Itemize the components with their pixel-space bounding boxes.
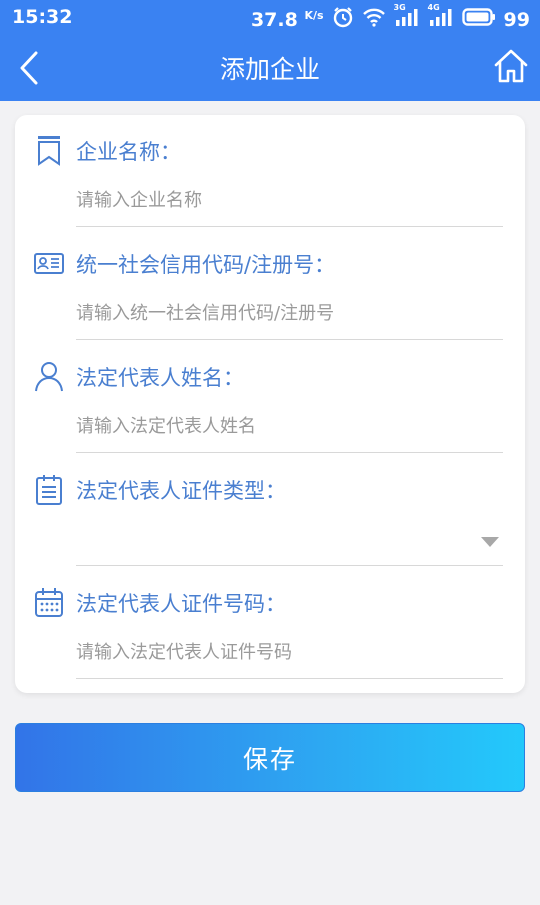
status-right: 37.8 K/s 3G 4G 99 [250, 3, 530, 33]
top-bar: 15:32 37.8 K/s 3G 4G 99 添加企业 [0, 0, 540, 101]
user-icon [33, 359, 65, 393]
field-label: 企业名称： [76, 140, 181, 164]
id-type-select[interactable] [76, 518, 503, 566]
battery-level: 99 [503, 8, 530, 31]
home-button[interactable] [494, 48, 528, 84]
field-legal-rep-name: 法定代表人姓名： [15, 341, 525, 454]
nav-bar: 添加企业 [0, 34, 540, 101]
field-label: 法定代表人姓名： [76, 366, 244, 390]
company-name-input[interactable] [76, 179, 503, 227]
calendar-icon [33, 585, 65, 619]
clipboard-list-icon [33, 472, 65, 506]
status-time: 15:32 [12, 6, 73, 28]
network-speed: 37.8 K/s [250, 8, 324, 31]
field-id-type: 法定代表人证件类型： [15, 454, 525, 567]
legal-rep-name-input[interactable] [76, 405, 503, 453]
signal-3g-icon: 3G [394, 3, 420, 32]
signal-4g-icon: 4G [428, 3, 454, 32]
alarm-icon [332, 6, 354, 33]
page-title: 添加企业 [219, 55, 320, 84]
field-label: 法定代表人证件类型： [76, 479, 286, 503]
home-icon [494, 49, 528, 83]
id-card-icon [33, 246, 65, 280]
credit-code-input[interactable] [76, 292, 503, 340]
field-id-number: 法定代表人证件号码： [15, 567, 525, 680]
field-credit-code: 统一社会信用代码/注册号： [15, 228, 525, 341]
bookmark-icon [33, 133, 65, 167]
wifi-icon [362, 7, 386, 32]
save-button[interactable]: 保存 [15, 723, 525, 792]
id-number-input[interactable] [76, 631, 503, 679]
field-company-name: 企业名称： [15, 115, 525, 228]
field-label: 统一社会信用代码/注册号： [76, 253, 336, 277]
caret-down-icon [481, 537, 499, 547]
field-label: 法定代表人证件号码： [76, 592, 286, 616]
status-bar: 15:32 37.8 K/s 3G 4G 99 [0, 0, 540, 34]
battery-icon [461, 8, 496, 31]
form-card: 企业名称： 统一社会信用代码/注册号： 法定代表人姓名： 法定代表人证件类型： … [15, 115, 525, 693]
